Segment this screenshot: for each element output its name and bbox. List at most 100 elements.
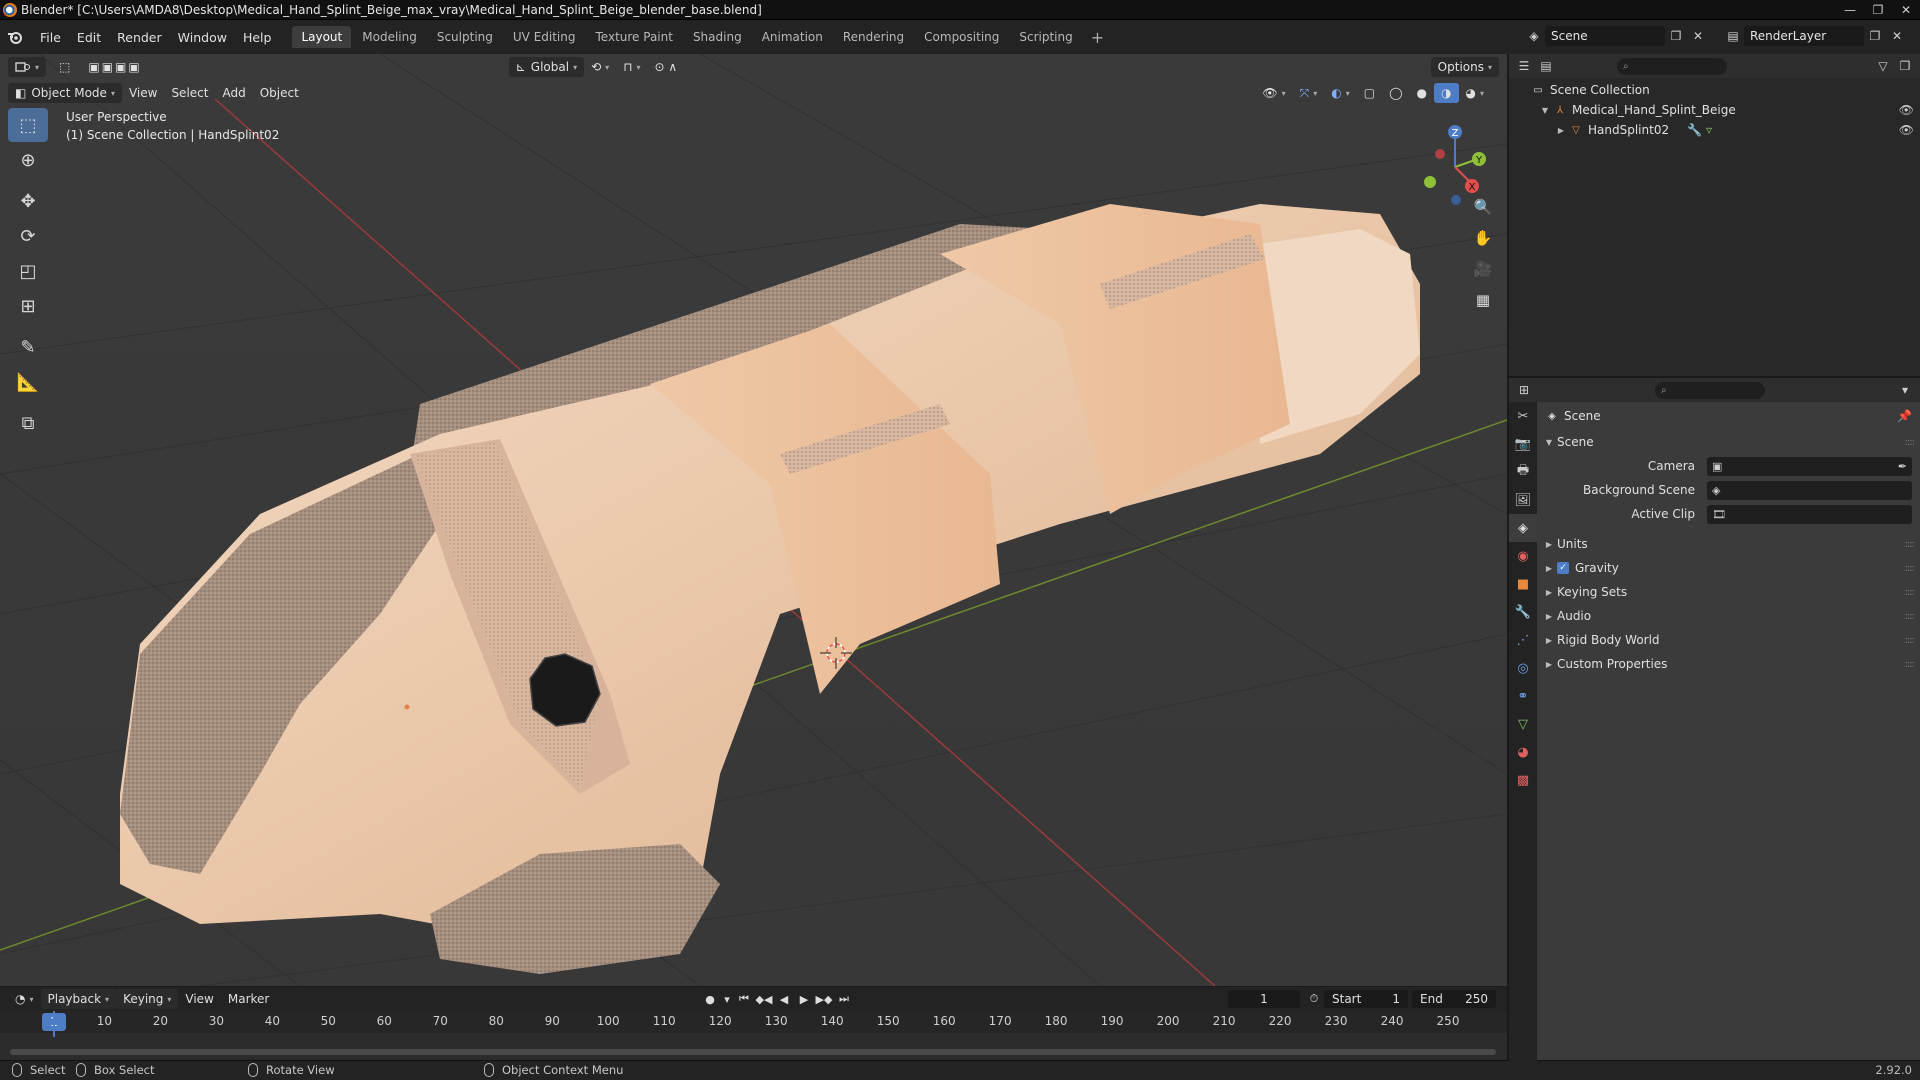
selection-mode-icons[interactable]: ▣▣▣▣	[81, 57, 148, 77]
delete-layer-icon[interactable]: ✕	[1886, 26, 1908, 46]
mesh-data-icon[interactable]: ▿	[1706, 123, 1712, 137]
tab-layout[interactable]: Layout	[292, 26, 352, 48]
wireframe-shading-icon[interactable]: ◯	[1382, 83, 1409, 103]
mesh-data-icon[interactable]: ▽	[1509, 710, 1537, 738]
pin-icon[interactable]: 📌	[1897, 409, 1912, 423]
outliner-row-collection[interactable]: ▼ ⅄ Medical_Hand_Splint_Beige 👁	[1509, 100, 1920, 120]
zoom-icon[interactable]: 🔍	[1468, 192, 1498, 222]
menu-edit[interactable]: Edit	[69, 30, 109, 45]
background-scene-field[interactable]: ◈	[1707, 480, 1912, 500]
properties-editor-icon[interactable]: ⊞	[1513, 380, 1535, 400]
start-frame-field[interactable]: Start 1	[1324, 990, 1408, 1008]
texture-icon[interactable]: ▩	[1509, 766, 1537, 794]
outliner-row-object[interactable]: ▶ ▽ HandSplint02 🔧 ▿ 👁	[1509, 120, 1920, 140]
expand-right-icon[interactable]: ▶	[1553, 126, 1569, 135]
modifier-properties-icon[interactable]: 🔧	[1509, 598, 1537, 626]
object-mode-dropdown[interactable]: ◧ Object Mode ▾	[8, 83, 122, 103]
rendered-shading-icon[interactable]: ◕ ▾	[1459, 83, 1492, 103]
next-keyframe-icon[interactable]: ▶◆	[814, 989, 834, 1009]
scale-icon[interactable]: ◰	[8, 254, 48, 288]
drag-handle-icon[interactable]: ::::	[1905, 437, 1916, 448]
record-options-icon[interactable]: ▾	[720, 989, 734, 1009]
material-icon[interactable]: ◕	[1509, 738, 1537, 766]
drag-handle-icon[interactable]: ::::	[1905, 635, 1916, 646]
expand-right-icon[interactable]: ▶	[1541, 612, 1557, 621]
gravity-checkbox[interactable]: ✓	[1557, 562, 1569, 574]
new-layer-icon[interactable]: ❐	[1864, 26, 1886, 46]
timeline-marker-menu[interactable]: Marker	[221, 989, 276, 1009]
output-properties-icon[interactable]: 🖶	[1509, 458, 1537, 486]
transform-orientation-dropdown[interactable]: ⊾ Global ▾	[508, 57, 585, 77]
tool-settings-icon[interactable]: ✂	[1509, 402, 1537, 430]
drag-handle-icon[interactable]: ::::	[1905, 563, 1916, 574]
playhead-line[interactable]	[53, 1011, 55, 1037]
expand-right-icon[interactable]: ▶	[1541, 636, 1557, 645]
add-workspace-button[interactable]: +	[1083, 28, 1112, 47]
panel-custom-properties[interactable]: ▶ Custom Properties::::	[1537, 652, 1920, 676]
expand-right-icon[interactable]: ▶	[1541, 660, 1557, 669]
panel-scene-header[interactable]: ▼ Scene ::::	[1537, 430, 1920, 454]
grid-view-icon[interactable]: ▦	[1468, 285, 1498, 315]
transform-icon[interactable]: ⊞	[8, 289, 48, 323]
visibility-icon[interactable]: 👁 ▾	[1255, 83, 1292, 103]
panel-rigid-body-world[interactable]: ▶ Rigid Body World::::	[1537, 628, 1920, 652]
pan-hand-icon[interactable]: ✋	[1468, 223, 1498, 253]
tab-rendering[interactable]: Rendering	[834, 26, 913, 48]
editor-type-button[interactable]: ▾	[8, 57, 47, 77]
panel-units[interactable]: ▶ Units::::	[1537, 532, 1920, 556]
tab-animation[interactable]: Animation	[753, 26, 832, 48]
tab-compositing[interactable]: Compositing	[915, 26, 1008, 48]
minimize-button[interactable]: —	[1836, 0, 1864, 20]
render-layer-icon[interactable]: ▤	[1722, 26, 1744, 46]
properties-options-icon[interactable]: ▾	[1894, 380, 1916, 400]
menu-window[interactable]: Window	[170, 30, 235, 45]
new-scene-icon[interactable]: ❐	[1665, 26, 1687, 46]
blender-menu-icon[interactable]	[6, 28, 24, 46]
jump-end-icon[interactable]: ⏭	[834, 989, 854, 1009]
proportional-edit-icon[interactable]: ⊙ ∧	[648, 57, 685, 77]
menu-view[interactable]: View	[122, 83, 164, 103]
object-properties-icon[interactable]: ■	[1509, 570, 1537, 598]
tab-texture-paint[interactable]: Texture Paint	[587, 26, 682, 48]
eyedropper-icon[interactable]: ✒	[1898, 460, 1907, 473]
tab-sculpting[interactable]: Sculpting	[428, 26, 502, 48]
measure-icon[interactable]: 📐	[8, 365, 48, 399]
play-icon[interactable]: ▶	[794, 989, 814, 1009]
tab-uv-editing[interactable]: UV Editing	[504, 26, 585, 48]
expand-right-icon[interactable]: ▶	[1541, 588, 1557, 597]
tab-shading[interactable]: Shading	[684, 26, 751, 48]
pivot-point-icon[interactable]: ⟲ ▾	[584, 57, 616, 77]
menu-help[interactable]: Help	[235, 30, 280, 45]
expand-right-icon[interactable]: ▶	[1541, 540, 1557, 549]
render-properties-icon[interactable]: 📷	[1509, 430, 1537, 458]
outliner-search-input[interactable]: ⌕	[1617, 57, 1727, 75]
panel-audio[interactable]: ▶ Audio::::	[1537, 604, 1920, 628]
3d-viewport[interactable]: ▾ ⬚ ▣▣▣▣ ⊾ Global ▾ ⟲ ▾ ⊓ ▾ ⊙ ∧ Options ▾ ◧ Ob…	[0, 54, 1507, 986]
scene-icon[interactable]: ◈	[1523, 26, 1545, 46]
maximize-button[interactable]: ❐	[1864, 0, 1892, 20]
drag-handle-icon[interactable]: ::::	[1905, 539, 1916, 550]
options-button[interactable]: Options ▾	[1430, 57, 1499, 77]
expand-down-icon[interactable]: ▼	[1537, 106, 1553, 115]
visibility-eye-icon[interactable]: 👁	[1899, 123, 1914, 137]
panel-gravity[interactable]: ▶ ✓ Gravity::::	[1537, 556, 1920, 580]
viewport-scene[interactable]	[0, 54, 1507, 986]
drag-handle-icon[interactable]: ::::	[1905, 659, 1916, 670]
delete-scene-icon[interactable]: ✕	[1687, 26, 1709, 46]
annotate-icon[interactable]: ✎	[8, 330, 48, 364]
preview-range-icon[interactable]: ⏱	[1304, 989, 1324, 1009]
expand-down-icon[interactable]: ▼	[1541, 438, 1557, 447]
menu-add[interactable]: Add	[215, 83, 252, 103]
menu-render[interactable]: Render	[109, 30, 170, 45]
menu-file[interactable]: File	[32, 30, 69, 45]
camera-view-icon[interactable]: 🎥	[1468, 254, 1498, 284]
rotate-icon[interactable]: ⟳	[8, 219, 48, 253]
current-frame-field[interactable]: 1	[1228, 990, 1300, 1008]
modifier-wrench-icon[interactable]: 🔧	[1687, 123, 1702, 137]
visibility-eye-icon[interactable]: 👁	[1899, 103, 1914, 117]
cursor-icon[interactable]: ⊕	[8, 143, 48, 177]
new-collection-icon[interactable]: ❐	[1894, 56, 1916, 76]
scene-name-field[interactable]: Scene	[1545, 26, 1665, 46]
camera-field[interactable]: ▣ ✒	[1707, 456, 1912, 476]
expand-right-icon[interactable]: ▶	[1541, 564, 1557, 573]
